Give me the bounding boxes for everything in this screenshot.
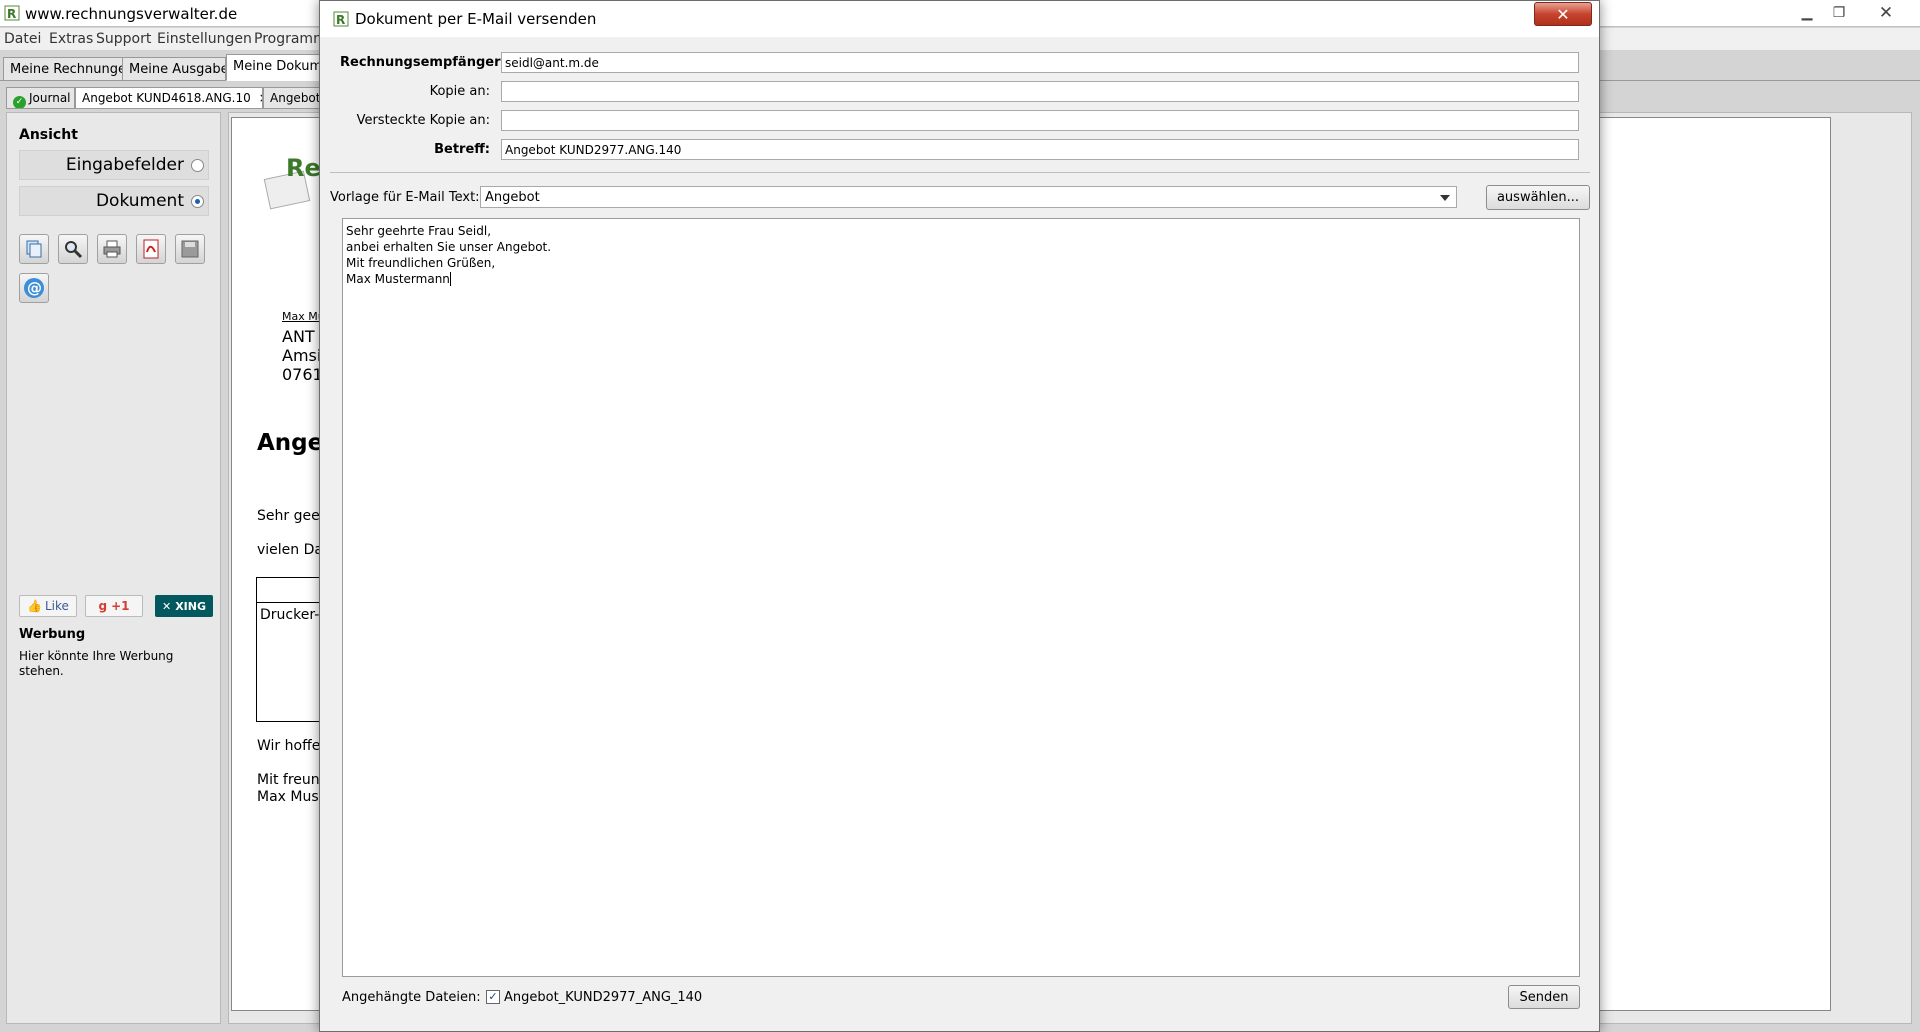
menu-datei[interactable]: Datei <box>4 31 41 47</box>
copy-document-button[interactable] <box>19 234 49 264</box>
dialog-close-button[interactable]: ✕ <box>1534 2 1592 26</box>
print-button[interactable] <box>97 234 127 264</box>
menu-extras[interactable]: Extras <box>49 31 93 47</box>
xing-button[interactable]: ✕ XING <box>155 595 213 617</box>
gplus-label: +1 <box>111 599 130 613</box>
doc-closing: Wir hoffer <box>257 738 327 754</box>
tab-journal[interactable]: ✓ Journal <box>6 87 75 109</box>
view-heading: Ansicht <box>19 127 78 143</box>
radio-dokument[interactable] <box>191 195 204 208</box>
radio-eingabefelder[interactable] <box>191 159 204 172</box>
floppy-disk-icon <box>181 240 199 258</box>
body-line: Sehr geehrte Frau Seidl, <box>346 224 492 238</box>
doc-address-line: Amsi <box>282 346 322 365</box>
save-button[interactable] <box>175 234 205 264</box>
tab-angebot-2[interactable]: Angebot <box>263 87 323 109</box>
text-cursor <box>449 272 451 286</box>
like-button[interactable]: 👍 Like <box>19 595 77 617</box>
bcc-input[interactable] <box>501 110 1579 131</box>
dialog-titlebar: R Dokument per E-Mail versenden ✕ <box>320 1 1599 37</box>
magnifier-icon <box>65 241 83 259</box>
view-option-label: Dokument <box>95 191 184 211</box>
at-sign-icon: @ <box>24 278 44 298</box>
cc-input[interactable] <box>501 81 1579 102</box>
doc-address-line: 0761 <box>282 365 323 384</box>
like-label: Like <box>45 599 69 613</box>
check-icon: ✓ <box>13 96 26 108</box>
attachment-file-name: Angebot_KUND2977_ANG_140 <box>504 990 703 1005</box>
app-title: www.rechnungsverwalter.de <box>25 5 238 23</box>
svg-text:@: @ <box>27 279 42 297</box>
view-option-dokument[interactable]: Dokument <box>19 186 209 216</box>
menu-programm[interactable]: Programm <box>254 31 327 47</box>
bcc-label: Versteckte Kopie an: <box>356 113 490 128</box>
minimize-icon[interactable]: ▁ <box>1793 3 1821 23</box>
tab-meine-ausgaben[interactable]: Meine Ausgaben <box>122 57 226 81</box>
menu-einstellungen[interactable]: Einstellungen <box>157 31 252 47</box>
subject-label: Betreff: <box>434 142 490 157</box>
company-logo-icon: Re <box>263 154 321 210</box>
template-selected-value: Angebot <box>485 190 540 205</box>
email-button[interactable]: @ <box>19 273 49 303</box>
svg-text:R: R <box>336 13 345 27</box>
xing-icon: ✕ <box>161 599 172 613</box>
svg-text:R: R <box>7 7 16 21</box>
recipient-label: Rechnungsempfänger: <box>340 55 506 70</box>
doc-signature-line: Mit freund <box>257 772 329 788</box>
doc-intro: vielen Da <box>257 542 323 558</box>
attachments-row: Angehängte Dateien: ✓ Angebot_KUND2977_A… <box>342 984 1580 1012</box>
view-option-label: Eingabefelder <box>65 155 184 175</box>
doc-signature-line: Max Must <box>257 789 325 805</box>
doc-address-line: ANT <box>282 327 315 346</box>
xing-label: XING <box>175 599 207 613</box>
choose-template-button[interactable]: auswählen... <box>1486 185 1590 210</box>
app-logo-icon: R <box>333 11 349 27</box>
table-cell: Drucker- <box>260 607 320 623</box>
svg-text:Re: Re <box>286 154 321 182</box>
body-line: Mit freundlichen Grüßen, <box>346 256 496 270</box>
view-option-eingabefelder[interactable]: Eingabefelder <box>19 150 209 180</box>
pdf-export-button[interactable] <box>136 234 166 264</box>
ad-heading: Werbung <box>19 627 86 642</box>
app-logo-icon: R <box>4 5 20 21</box>
ad-text: Hier könnte Ihre Werbung stehen. <box>19 649 174 678</box>
copy-icon <box>26 240 42 258</box>
sidebar: Ansicht Eingabefelder Dokument @ 👍 Like … <box>6 112 221 1024</box>
pdf-icon <box>143 239 159 259</box>
email-header-fields: Rechnungsempfänger: Kopie an: Versteckte… <box>330 37 1590 173</box>
template-label: Vorlage für E-Mail Text: <box>330 190 480 205</box>
tab-angebot-kund4618[interactable]: Angebot KUND4618.ANG.10× <box>75 87 263 109</box>
send-button[interactable]: Senden <box>1508 985 1580 1009</box>
thumbs-up-icon: 👍 <box>27 599 42 613</box>
menu-support[interactable]: Support <box>96 31 151 47</box>
dialog-title: Dokument per E-Mail versenden <box>355 10 597 28</box>
maximize-icon[interactable]: ❐ <box>1825 3 1853 23</box>
tab-journal-label: Journal <box>29 91 71 105</box>
tab-meine-rechnungen[interactable]: Meine Rechnungen <box>3 57 123 81</box>
email-body-textarea[interactable]: Sehr geehrte Frau Seidl, anbei erhalten … <box>342 218 1580 977</box>
close-icon: ✕ <box>1556 4 1570 24</box>
recipient-input[interactable] <box>501 52 1579 73</box>
subject-input[interactable] <box>501 139 1579 160</box>
google-plus-icon: g <box>98 599 108 613</box>
email-dialog: R Dokument per E-Mail versenden ✕ Rechnu… <box>319 0 1600 1032</box>
body-line: anbei erhalten Sie unser Angebot. <box>346 240 552 254</box>
close-icon[interactable]: ✕ <box>1872 3 1900 23</box>
printer-icon <box>103 240 121 258</box>
template-select[interactable]: Angebot <box>480 186 1457 208</box>
attachments-label: Angehängte Dateien: <box>342 990 481 1005</box>
google-plus-button[interactable]: g +1 <box>85 595 143 617</box>
preview-button[interactable] <box>58 234 88 264</box>
social-buttons: 👍 Like g +1 ✕ XING <box>19 595 219 619</box>
attachment-checkbox[interactable]: ✓ <box>486 990 500 1004</box>
doc-greeting: Sehr gee <box>257 508 320 524</box>
body-line: Max Mustermann <box>346 272 450 286</box>
tab-meine-dokumente[interactable]: Meine Dokumente <box>226 54 322 81</box>
template-row: Vorlage für E-Mail Text: Angebot auswähl… <box>330 184 1590 210</box>
chevron-down-icon <box>1440 195 1450 201</box>
cc-label: Kopie an: <box>429 84 490 99</box>
tab-angebot-label: Angebot KUND4618.ANG.10 <box>82 91 251 105</box>
